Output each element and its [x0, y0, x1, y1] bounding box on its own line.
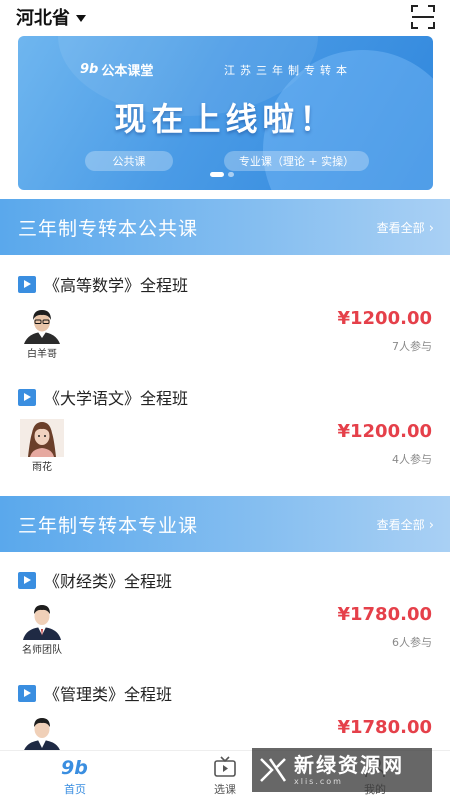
female-teacher-avatar: [20, 419, 64, 457]
promo-banner[interactable]: 9b 公本课堂 江苏三年制专转本 现在上线啦！ 公共课 专业课（理论 + 实操）: [18, 36, 433, 190]
watermark-text-block: 新绿资源网 xlis.com: [294, 755, 404, 786]
course-title: 《高等数学》全程班: [44, 276, 189, 295]
course-card[interactable]: 《大学语文》全程班 雨花 ¥1200.00 4人参与: [0, 385, 450, 495]
course-price: ¥1200.00: [337, 308, 432, 329]
teacher-name: 名师团队: [22, 645, 62, 656]
course-price: ¥1780.00: [337, 604, 432, 625]
banner-pill-professional: 专业课（理论 + 实操）: [224, 151, 369, 171]
watermark-text: 新绿资源网: [294, 752, 404, 777]
see-all-link[interactable]: 查看全部: [377, 219, 434, 236]
banner-brand: 9b 公本课堂: [80, 60, 153, 79]
home-logo-icon: 9b: [60, 755, 90, 779]
watermark-logo-icon: [260, 758, 287, 782]
course-title-row: 《财经类》全程班: [18, 568, 172, 592]
play-icon: [18, 684, 36, 702]
enrolled-count: 7人参与: [392, 340, 432, 353]
play-icon: [18, 571, 36, 589]
course-card[interactable]: 《财经类》全程班 名师团队 ¥1780.00 6人参与: [0, 568, 450, 678]
enrolled-count: 6人参与: [392, 636, 432, 649]
section-title: 三年制专转本公共课: [18, 217, 199, 240]
banner-title: 现在上线啦！: [114, 100, 337, 138]
team-avatar: [20, 602, 64, 640]
teacher: 白羊哥: [18, 306, 66, 360]
teacher: [18, 715, 66, 753]
teacher-name: 雨花: [32, 462, 52, 473]
teacher: 名师团队: [18, 602, 66, 656]
course-price: ¥1780.00: [337, 717, 432, 738]
section-header-public: 三年制专转本公共课 查看全部: [0, 199, 450, 255]
svg-text:9b: 9b: [61, 757, 88, 778]
carousel-dot[interactable]: [210, 172, 224, 177]
tab-label: 选课: [214, 782, 236, 796]
carousel-indicator: [210, 172, 234, 177]
male-teacher-avatar: [20, 306, 64, 344]
course-title-row: 《大学语文》全程班: [18, 385, 188, 409]
tv-icon: [213, 755, 237, 779]
caret-down-icon: [76, 14, 86, 22]
course-title: 《财经类》全程班: [44, 572, 173, 591]
banner-subtitle: 江苏三年制专转本: [224, 64, 352, 77]
brand-logo: 9b: [80, 62, 99, 77]
banner-pill-public: 公共课: [85, 151, 173, 171]
section-header-professional: 三年制专转本专业课 查看全部: [0, 496, 450, 552]
course-price: ¥1200.00: [337, 421, 432, 442]
section-title: 三年制专转本专业课: [18, 514, 199, 537]
carousel-dot[interactable]: [228, 172, 234, 177]
course-title: 《大学语文》全程班: [44, 389, 189, 408]
scan-icon[interactable]: [410, 4, 436, 30]
teacher: 雨花: [18, 419, 66, 473]
course-card[interactable]: 《高等数学》全程班 白羊哥 ¥1200.00 7人参与: [0, 272, 450, 382]
enrolled-count: 4人参与: [392, 453, 432, 466]
brand-name: 公本课堂: [101, 64, 154, 79]
see-all-link[interactable]: 查看全部: [377, 516, 434, 533]
course-title-row: 《高等数学》全程班: [18, 272, 188, 296]
course-title-row: 《管理类》全程班: [18, 681, 172, 705]
top-bar: 河北省: [0, 0, 450, 34]
course-title: 《管理类》全程班: [44, 685, 173, 704]
watermark-url: xlis.com: [294, 776, 343, 786]
play-icon: [18, 275, 36, 293]
team-avatar: [20, 715, 64, 753]
province-label: 河北省: [16, 8, 70, 29]
tab-home[interactable]: 9b 首页: [0, 751, 150, 800]
teacher-name: 白羊哥: [27, 349, 57, 360]
province-selector[interactable]: 河北省: [16, 4, 86, 30]
watermark: 新绿资源网 xlis.com: [252, 748, 432, 792]
tab-label: 首页: [64, 782, 86, 796]
play-icon: [18, 388, 36, 406]
